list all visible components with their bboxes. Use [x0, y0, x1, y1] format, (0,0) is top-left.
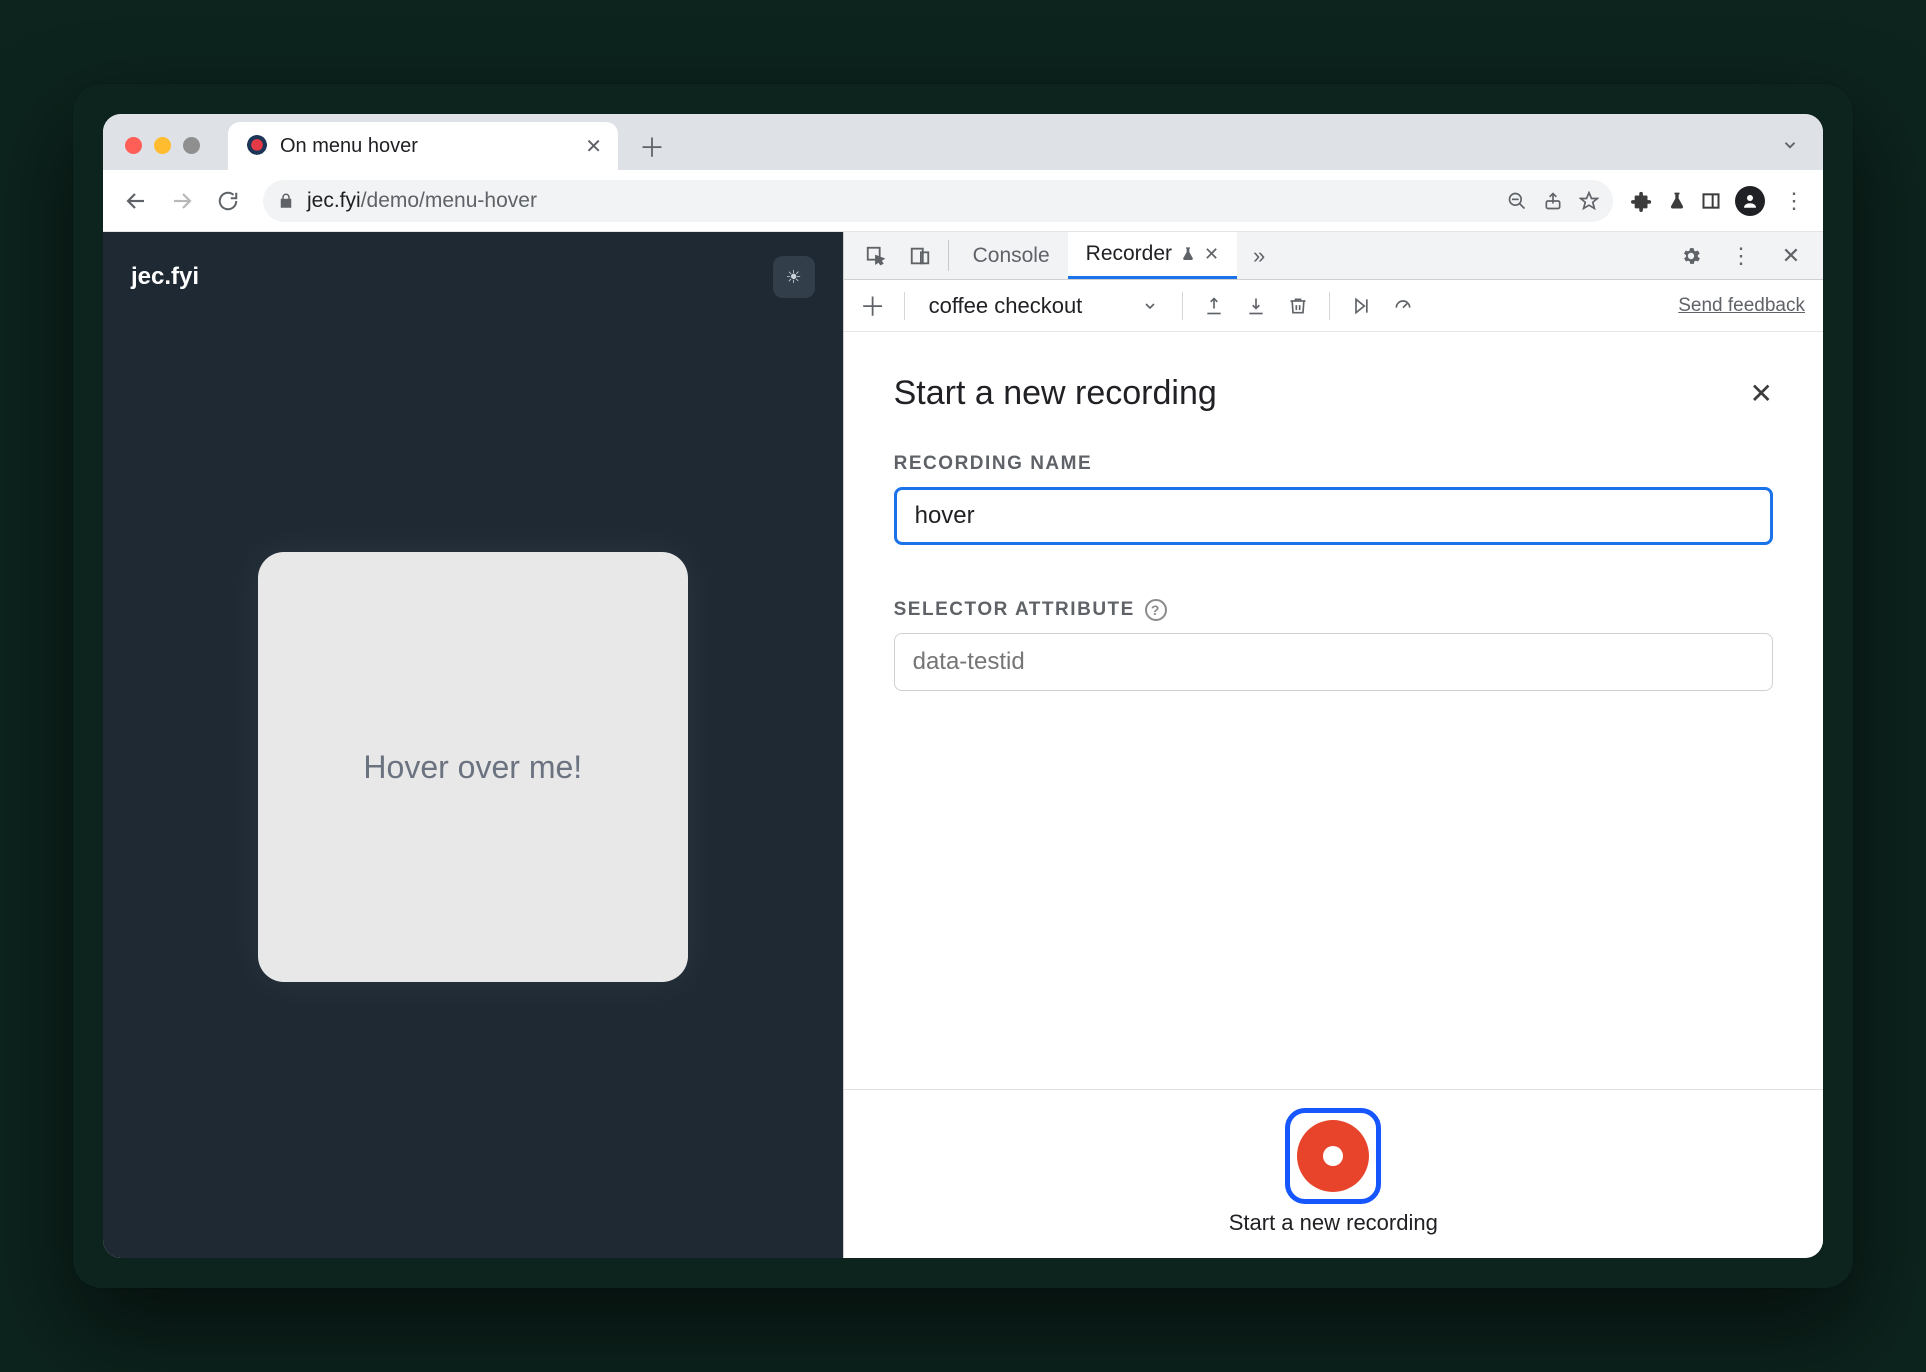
back-button[interactable] — [117, 182, 155, 220]
extensions-icon[interactable] — [1631, 190, 1653, 212]
tab-title: On menu hover — [280, 135, 573, 158]
record-icon — [1297, 1120, 1369, 1192]
zoom-out-icon[interactable] — [1507, 191, 1527, 211]
reload-button[interactable] — [209, 182, 247, 220]
send-feedback-link[interactable]: Send feedback — [1678, 295, 1811, 317]
tab-favicon — [246, 135, 268, 157]
panel-close-icon[interactable]: ✕ — [1750, 377, 1773, 410]
flask-icon — [1180, 245, 1196, 263]
labs-flask-icon[interactable] — [1667, 190, 1687, 212]
theme-toggle-button[interactable]: ☀ — [773, 256, 815, 298]
url-host: jec.fyi — [307, 189, 361, 212]
tab-recorder-label: Recorder — [1086, 242, 1172, 266]
window-zoom-dot[interactable] — [183, 137, 200, 154]
recording-select-value: coffee checkout — [929, 293, 1083, 319]
tab-recorder-close-icon[interactable]: ✕ — [1204, 244, 1219, 265]
new-tab-button[interactable]: ＋ — [632, 126, 672, 166]
selector-attribute-input[interactable] — [894, 633, 1773, 691]
titlebar: On menu hover ✕ ＋ — [103, 114, 1823, 170]
hover-card-text: Hover over me! — [363, 749, 582, 786]
devtools-menu-icon[interactable]: ⋮ — [1719, 243, 1763, 269]
start-recording-button[interactable] — [1285, 1108, 1381, 1204]
recording-select[interactable]: coffee checkout — [919, 289, 1169, 323]
url-path: /demo/menu-hover — [361, 189, 537, 212]
performance-icon[interactable] — [1386, 289, 1420, 323]
tab-recorder[interactable]: Recorder ✕ — [1068, 232, 1237, 279]
inspect-element-icon[interactable] — [854, 232, 898, 279]
devtools-panel: Console Recorder ✕ » — [843, 232, 1823, 1258]
panel-title: Start a new recording — [894, 374, 1217, 413]
url-text: jec.fyi/demo/menu-hover — [307, 189, 537, 213]
browser-tab[interactable]: On menu hover ✕ — [228, 122, 618, 170]
window-close-dot[interactable] — [125, 137, 142, 154]
panel-icon[interactable] — [1701, 191, 1721, 211]
lock-icon — [277, 192, 295, 210]
delete-icon[interactable] — [1281, 289, 1315, 323]
window-controls — [103, 137, 222, 170]
recorder-footer: Start a new recording — [844, 1089, 1823, 1258]
tab-console[interactable]: Console — [955, 232, 1068, 279]
recording-name-label: RECORDING NAME — [894, 453, 1773, 475]
recorder-body: Start a new recording ✕ RECORDING NAME S… — [844, 332, 1823, 1089]
tab-close-icon[interactable]: ✕ — [585, 134, 602, 159]
devtools-tabstrip: Console Recorder ✕ » — [844, 232, 1823, 280]
chrome-menu-icon[interactable]: ⋮ — [1779, 188, 1809, 214]
hover-demo-card[interactable]: Hover over me! — [258, 552, 688, 982]
devtools-settings-icon[interactable] — [1669, 245, 1713, 267]
omnibox[interactable]: jec.fyi/demo/menu-hover — [263, 180, 1613, 222]
share-icon[interactable] — [1543, 191, 1563, 211]
new-recording-icon[interactable]: ＋ — [856, 289, 890, 323]
replay-icon[interactable] — [1344, 289, 1378, 323]
page-viewport: jec.fyi ☀ Hover over me! — [103, 232, 843, 1258]
selector-attribute-label: SELECTOR ATTRIBUTE — [894, 599, 1135, 621]
bookmark-star-icon[interactable] — [1579, 191, 1599, 211]
tab-console-label: Console — [973, 244, 1050, 268]
sun-icon: ☀ — [786, 267, 802, 288]
export-icon[interactable] — [1197, 289, 1231, 323]
import-icon[interactable] — [1239, 289, 1273, 323]
more-tabs-icon[interactable]: » — [1237, 232, 1281, 279]
browser-window: On menu hover ✕ ＋ — [103, 114, 1823, 1258]
tabs-overflow-button[interactable] — [1767, 122, 1813, 168]
device-toolbar-icon[interactable] — [898, 232, 942, 279]
help-icon[interactable]: ? — [1145, 599, 1167, 621]
recording-name-input[interactable] — [894, 487, 1773, 545]
window-minimize-dot[interactable] — [154, 137, 171, 154]
devtools-close-icon[interactable]: ✕ — [1769, 243, 1813, 269]
toolbar: jec.fyi/demo/menu-hover — [103, 170, 1823, 232]
chevron-down-icon — [1142, 298, 1158, 314]
start-recording-label: Start a new recording — [1229, 1210, 1438, 1236]
profile-avatar[interactable] — [1735, 186, 1765, 216]
site-logo[interactable]: jec.fyi — [131, 263, 199, 291]
recorder-toolbar: ＋ coffee checkout — [844, 280, 1823, 332]
forward-button[interactable] — [163, 182, 201, 220]
